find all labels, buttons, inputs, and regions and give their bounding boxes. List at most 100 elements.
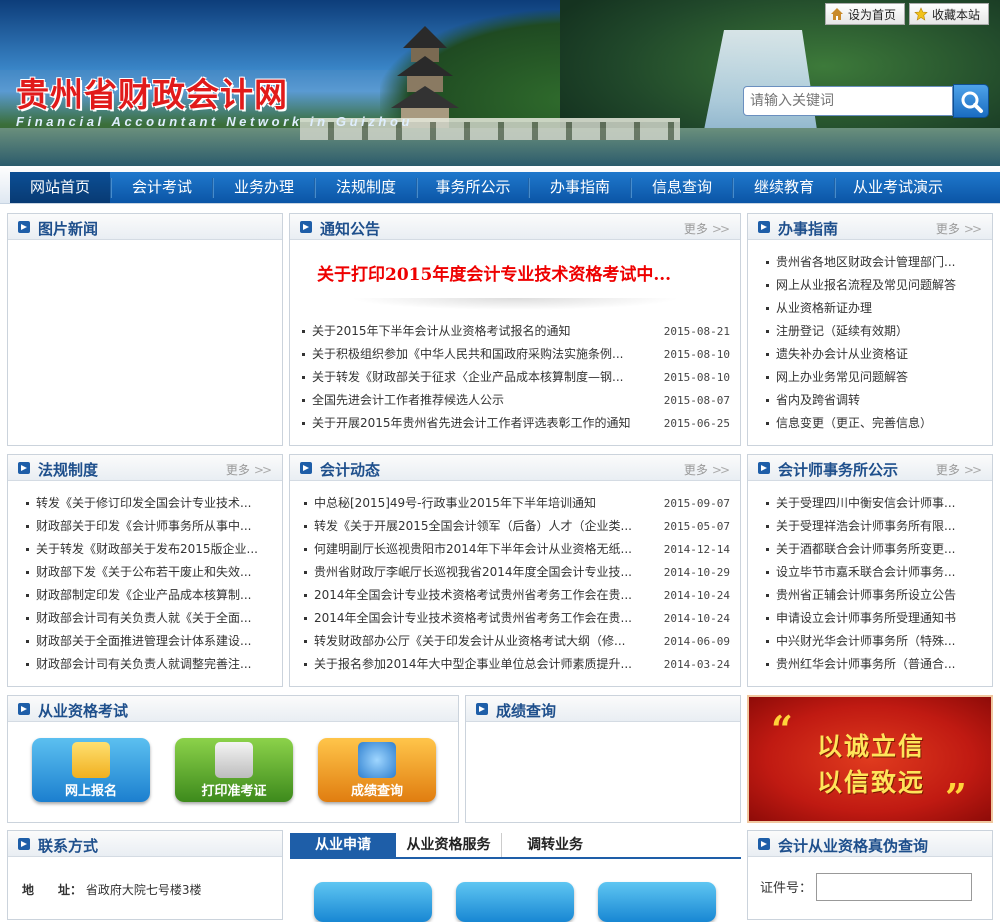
list-item-date: 2014-12-14 (663, 543, 730, 556)
dynamics-list: 中总秘[2015]49号-行政事业2015年下半年培训通知 2015-09-07 … (304, 492, 730, 676)
online-registration-label: 网上报名 (64, 784, 117, 799)
list-item-link[interactable]: 转发《关于修订印发全国会计专业技术... (36, 492, 251, 515)
tab-apply[interactable]: 从业申请 (290, 833, 396, 857)
list-item-link[interactable]: 关于受理四川中衡安信会计师事... (776, 492, 955, 515)
contact-address: 地 址： 省政府大院七号楼3楼 (22, 881, 201, 898)
list-item-link[interactable]: 省内及跨省调转 (776, 389, 860, 412)
list-item-link[interactable]: 中总秘[2015]49号-行政事业2015年下半年培训通知 (314, 492, 596, 515)
nav-item-business[interactable]: 业务办理 (214, 172, 314, 203)
panel-title: 成绩查询 (496, 702, 557, 720)
list-item-link[interactable]: 何建明副厅长巡视贵阳市2014年下半年会计从业资格无纸... (314, 538, 632, 561)
list-item-link[interactable]: 财政部会计司有关负责人就调整完善注... (36, 653, 251, 676)
set-home-button[interactable]: 设为首页 (825, 3, 905, 25)
site-title: 贵州省财政会计网 (16, 75, 288, 114)
list-item-link[interactable]: 设立毕节市嘉禾联合会计师事务... (776, 561, 955, 584)
list-item-link[interactable]: 转发《关于开展2015全国会计领军（后备）人才（企业类... (314, 515, 632, 538)
list-item-link[interactable]: 2014年全国会计专业技术资格考试贵州省考务工作会在贵... (314, 607, 632, 630)
list-item-link[interactable]: 从业资格新证办理 (776, 297, 872, 320)
online-registration-button[interactable]: 网上报名 (32, 738, 150, 802)
verify-panel: 会计从业资格真伪查询 证件号： (747, 830, 993, 920)
nav-item-exam[interactable]: 会计考试 (112, 172, 212, 203)
list-item: 转发《关于修订印发全国会计专业技术... (26, 492, 276, 515)
list-item-link[interactable]: 转发财政部办公厅《关于印发会计从业资格考试大纲（修... (314, 630, 625, 653)
list-item: 贵州省各地区财政会计管理部门... (766, 251, 988, 274)
nav-item-firms[interactable]: 事务所公示 (418, 172, 528, 203)
list-item-link[interactable]: 财政部制定印发《企业产品成本核算制... (36, 584, 251, 607)
list-item-link[interactable]: 2014年全国会计专业技术资格考试贵州省考务工作会在贵... (314, 584, 632, 607)
address-label: 地 址： (22, 883, 83, 897)
list-item-link[interactable]: 网上办业务常见问题解答 (776, 366, 908, 389)
list-item-link[interactable]: 关于受理祥浩会计师事务所有限... (776, 515, 955, 538)
list-item-link[interactable]: 遗失补办会计从业资格证 (776, 343, 908, 366)
list-item-date: 2015-05-07 (663, 520, 730, 533)
list-item-link[interactable]: 申请设立会计师事务所受理通知书 (776, 607, 956, 630)
list-item-date: 2015-08-21 (663, 325, 730, 338)
list-item-link[interactable]: 财政部会计司有关负责人就《关于全面... (36, 607, 251, 630)
list-item-date: 2015-08-10 (663, 371, 730, 384)
section-arrow-icon (18, 838, 30, 850)
list-item-link[interactable]: 注册登记（延续有效期） (776, 320, 908, 343)
list-item-link[interactable]: 关于转发《财政部关于征求〈企业产品成本核算制度—钢... (312, 366, 623, 389)
service-button[interactable] (598, 882, 716, 922)
list-item-link[interactable]: 关于酒都联合会计师事务所变更... (776, 538, 955, 561)
nav-item-education[interactable]: 继续教育 (734, 172, 834, 203)
nav-item-guide[interactable]: 办事指南 (530, 172, 630, 203)
list-item: 关于开展2015年贵州省先进会计工作者评选表彰工作的通知 2015-06-25 (302, 412, 730, 435)
nav-item-regulations[interactable]: 法规制度 (316, 172, 416, 203)
id-number-label: 证件号： (760, 881, 813, 896)
list-item-link[interactable]: 关于报名参加2014年大中型企事业单位总会计师素质提升... (314, 653, 632, 676)
firms-list: 关于受理四川中衡安信会计师事... 关于受理祥浩会计师事务所有限... 关于酒都… (766, 492, 988, 676)
list-item-date: 2014-03-24 (663, 658, 730, 671)
main-nav: 网站首页 会计考试 业务办理 法规制度 事务所公示 办事指南 信息查询 继续教育… (0, 166, 1000, 204)
search-button[interactable] (953, 84, 989, 118)
service-button[interactable] (314, 882, 432, 922)
headline-link[interactable]: 关于打印2015年度会计专业技术资格考试中... (317, 260, 671, 285)
list-item-link[interactable]: 关于积极组织参加《中华人民共和国政府采购法实施条例... (312, 343, 623, 366)
service-button[interactable] (456, 882, 574, 922)
regulations-list: 转发《关于修订印发全国会计专业技术... 财政部关于印发《会计师事务所从事中..… (26, 492, 276, 676)
list-item: 设立毕节市嘉禾联合会计师事务... (766, 561, 988, 584)
more-link[interactable]: 更多 >> (684, 220, 730, 237)
list-item-link[interactable]: 贵州省财政厅李岷厅长巡视我省2014年度全国会计专业技... (314, 561, 632, 584)
more-link[interactable]: 更多 >> (936, 220, 982, 237)
firms-panel: 会计师事务所公示 更多 >> 关于受理四川中衡安信会计师事... 关于受理祥浩会计… (747, 454, 993, 687)
list-item: 财政部会计司有关负责人就调整完善注... (26, 653, 276, 676)
id-number-input[interactable] (816, 873, 972, 901)
double-chevron-icon: >> (711, 463, 730, 477)
more-link[interactable]: 更多 >> (936, 461, 982, 478)
list-item: 财政部会计司有关负责人就《关于全面... (26, 607, 276, 630)
list-item-link[interactable]: 关于2015年下半年会计从业资格考试报名的通知 (312, 320, 571, 343)
list-item: 从业资格新证办理 (766, 297, 988, 320)
list-item-link[interactable]: 贵州省正辅会计师事务所设立公告 (776, 584, 956, 607)
list-item-link[interactable]: 财政部下发《关于公布若干废止和失效... (36, 561, 251, 584)
print-admission-button[interactable]: 打印准考证 (175, 738, 293, 802)
score-query-button[interactable]: 成绩查询 (318, 738, 436, 802)
section-arrow-icon (18, 703, 30, 715)
slogan-banner[interactable]: “ 以诚立信 以信致远 ” (747, 695, 993, 823)
section-arrow-icon (758, 221, 770, 233)
list-item-link[interactable]: 网上从业报名流程及常见问题解答 (776, 274, 956, 297)
tab-qualification-service[interactable]: 从业资格服务 (396, 833, 502, 857)
search-input[interactable] (743, 86, 953, 116)
list-item-link[interactable]: 财政部关于印发《会计师事务所从事中... (36, 515, 251, 538)
list-item: 转发《关于开展2015全国会计领军（后备）人才（企业类... 2015-05-07 (304, 515, 730, 538)
list-item: 何建明副厅长巡视贵阳市2014年下半年会计从业资格无纸... 2014-12-14 (304, 538, 730, 561)
nav-item-home[interactable]: 网站首页 (10, 172, 110, 203)
list-item-link[interactable]: 中兴财光华会计师事务所（特殊... (776, 630, 955, 653)
list-item-link[interactable]: 信息变更（更正、完善信息） (776, 412, 932, 435)
more-link[interactable]: 更多 >> (684, 461, 730, 478)
list-item-link[interactable]: 贵州红华会计师事务所（普通合... (776, 653, 955, 676)
list-item-link[interactable]: 财政部关于全面推进管理会计体系建设... (36, 630, 251, 653)
nav-item-info[interactable]: 信息查询 (632, 172, 732, 203)
list-item-link[interactable]: 贵州省各地区财政会计管理部门... (776, 251, 955, 274)
list-item-link[interactable]: 全国先进会计工作者推荐候选人公示 (312, 389, 504, 412)
more-link[interactable]: 更多 >> (226, 461, 272, 478)
tab-transfer[interactable]: 调转业务 (502, 833, 608, 857)
bookmark-button[interactable]: 收藏本站 (909, 3, 989, 25)
list-item-link[interactable]: 关于开展2015年贵州省先进会计工作者评选表彰工作的通知 (312, 412, 631, 435)
score-query-panel: 成绩查询 (465, 695, 741, 823)
nav-item-demo[interactable]: 从业考试演示 (836, 172, 960, 203)
list-item: 中兴财光华会计师事务所（特殊... (766, 630, 988, 653)
contact-panel: 联系方式 地 址： 省政府大院七号楼3楼 (7, 830, 283, 920)
list-item-link[interactable]: 关于转发《财政部关于发布2015版企业... (36, 538, 258, 561)
